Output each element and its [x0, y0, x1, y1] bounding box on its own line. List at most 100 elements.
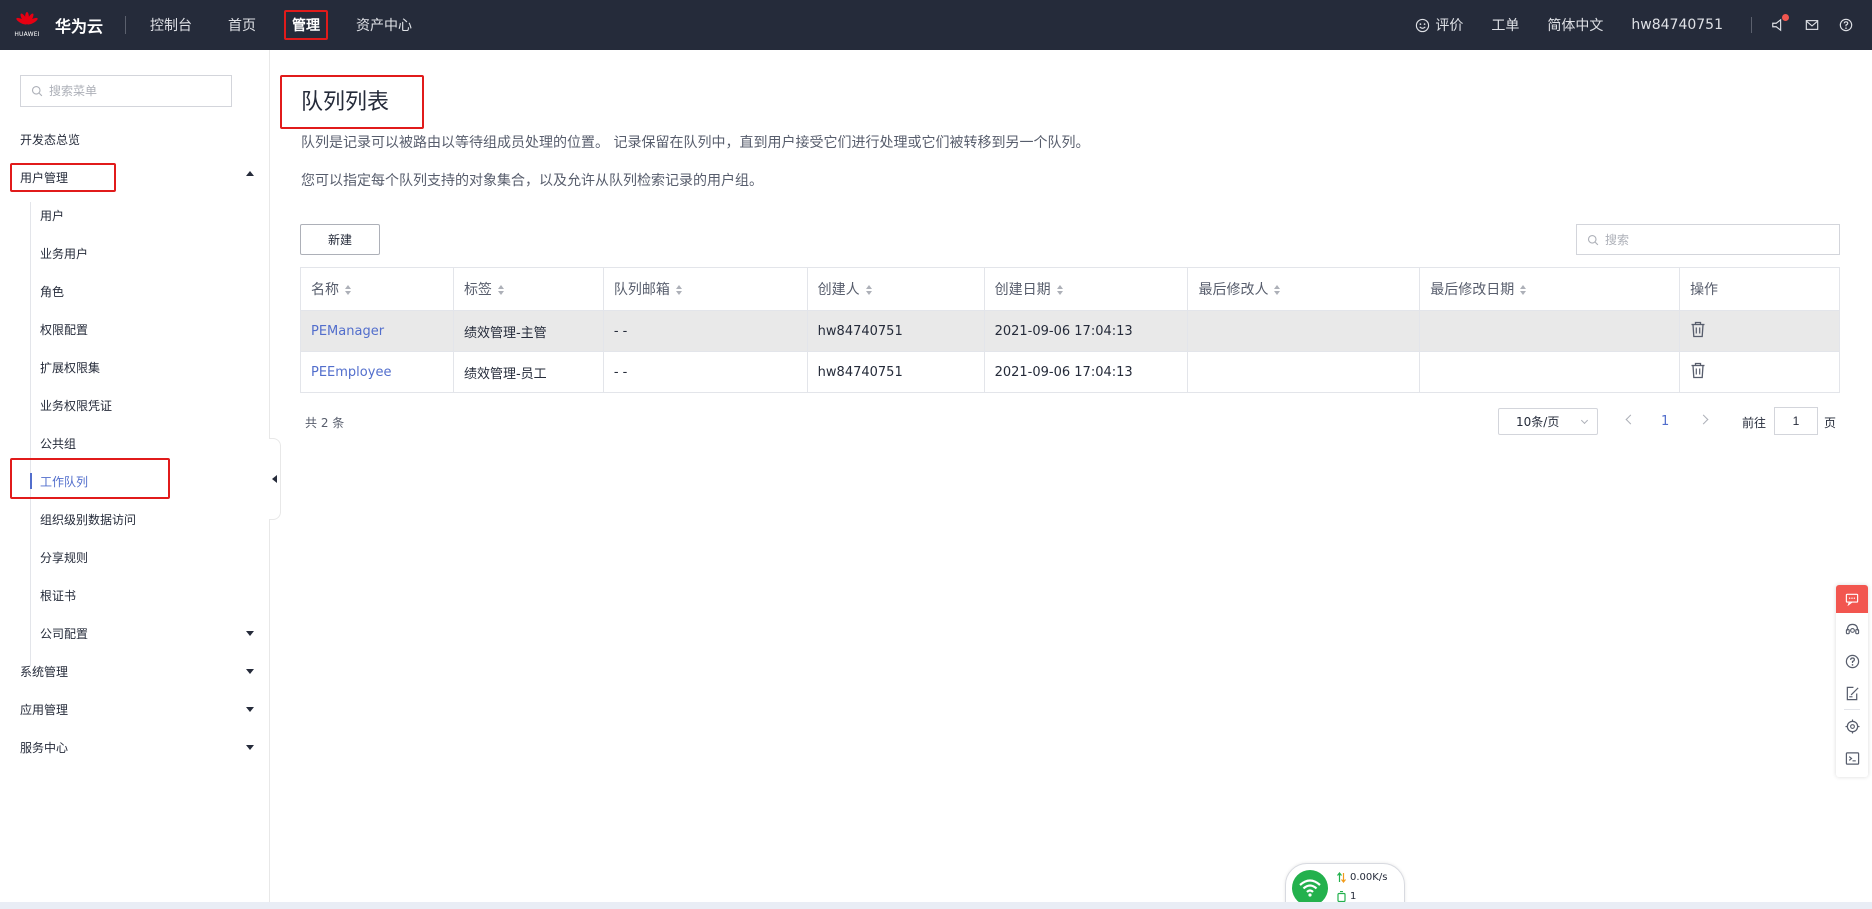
sort-icon[interactable]	[675, 285, 682, 295]
chevron-down-icon[interactable]	[246, 669, 254, 674]
sidebar-item-business-users[interactable]: 业务用户	[40, 245, 88, 262]
queue-name-link[interactable]: PEManager	[311, 324, 384, 339]
next-page-button[interactable]	[1698, 414, 1709, 425]
search-icon	[1587, 234, 1599, 245]
queue-name-link[interactable]: PEEmployee	[311, 365, 391, 380]
sort-icon[interactable]	[1056, 285, 1063, 295]
cell-actions	[1679, 351, 1840, 393]
sidebar-item-overview[interactable]: 开发态总览	[20, 131, 80, 148]
notification-badge	[1782, 14, 1789, 21]
column-header-modifier[interactable]: 最后修改人	[1187, 267, 1421, 311]
tools-divider	[1751, 17, 1752, 33]
sidebar-item-sharing-rules[interactable]: 分享规则	[40, 549, 88, 566]
cell-modified	[1419, 351, 1681, 393]
page-title: 队列列表	[301, 90, 390, 115]
chevron-up-icon[interactable]	[246, 171, 254, 176]
sort-icon[interactable]	[865, 285, 872, 295]
sidebar-item-public-groups[interactable]: 公共组	[40, 435, 76, 452]
username-menu[interactable]: hw84740751	[1631, 17, 1723, 33]
chevron-down-icon[interactable]	[246, 745, 254, 750]
main-content: 队列列表 队列是记录可以被路由以等待组成员处理的位置。 记录保留在队列中，直到用…	[271, 50, 1872, 900]
sidebar-item-service-center[interactable]: 服务中心	[20, 739, 68, 756]
total-count: 共 2 条	[305, 416, 345, 430]
submenu-guide-line	[30, 202, 31, 666]
help-center-button[interactable]	[1844, 653, 1860, 669]
feedback-form-button[interactable]	[1844, 685, 1860, 701]
sort-icon[interactable]	[345, 285, 351, 295]
search-icon	[31, 85, 43, 97]
sort-icon[interactable]	[1520, 285, 1527, 295]
table-search-box[interactable]	[1576, 224, 1840, 255]
page-number-current[interactable]: 1	[1661, 414, 1669, 429]
cell-creator: hw84740751	[806, 351, 985, 393]
notification-button[interactable]	[1770, 14, 1789, 33]
sidebar-item-root-certs[interactable]: 根证书	[40, 587, 76, 604]
nav-manage[interactable]: 管理	[284, 10, 329, 40]
sidebar: 开发态总览 用户管理 用户 业务用户 角色 权限配置 扩展权限集 业务权限凭证 …	[0, 50, 270, 909]
table-search-input[interactable]	[1605, 232, 1765, 247]
chevron-down-icon[interactable]	[246, 631, 254, 636]
terminal-icon	[1845, 751, 1859, 765]
sidebar-item-permissions[interactable]: 权限配置	[40, 321, 88, 338]
feedback-link[interactable]: 评价	[1415, 15, 1463, 35]
sidebar-item-ext-permissions[interactable]: 扩展权限集	[40, 359, 100, 376]
sidebar-item-roles[interactable]: 角色	[40, 283, 64, 300]
nav-divider	[125, 16, 127, 34]
column-header-name[interactable]: 名称	[300, 267, 454, 311]
logo[interactable]: HUAWEI 华为云	[13, 6, 103, 44]
ticket-link[interactable]: 工单	[1491, 15, 1519, 35]
delete-icon[interactable]	[1690, 362, 1706, 379]
cell-label: 绩效管理-主管	[452, 310, 604, 352]
sidebar-item-users[interactable]: 用户	[40, 207, 64, 224]
wifi-icon	[1292, 870, 1328, 906]
column-header-created[interactable]: 创建日期	[983, 267, 1189, 311]
delete-icon[interactable]	[1690, 321, 1706, 338]
language-select[interactable]: 简体中文	[1547, 15, 1603, 35]
cell-name: PEEmployee	[300, 351, 454, 393]
help-icon	[1845, 654, 1859, 668]
sidebar-item-app-mgmt[interactable]: 应用管理	[20, 701, 68, 718]
page-size-select[interactable]: 10条/页	[1498, 408, 1598, 435]
smile-icon	[1416, 18, 1430, 32]
column-header-modified[interactable]: 最后修改日期	[1419, 267, 1681, 311]
help-button[interactable]	[1838, 17, 1854, 33]
toolbar-divider	[1844, 709, 1860, 710]
chat-button[interactable]	[1836, 585, 1868, 613]
locate-button[interactable]	[1844, 718, 1860, 734]
table-row[interactable]: PEEmployee 绩效管理-员工 - - hw84740751 2021-0…	[300, 351, 1840, 393]
queue-table: 名称 标签 队列邮箱 创建人 创建日期 最后修改人 最后修改日期 操作 PEMa…	[300, 267, 1840, 393]
column-header-email[interactable]: 队列邮箱	[602, 267, 808, 311]
table-header-row: 名称 标签 队列邮箱 创建人 创建日期 最后修改人 最后修改日期 操作	[300, 267, 1840, 311]
goto-label: 前往	[1742, 416, 1767, 430]
chevron-down-icon[interactable]	[246, 707, 254, 712]
cell-label: 绩效管理-员工	[452, 351, 604, 393]
huawei-logo-icon: HUAWEI	[13, 6, 41, 44]
sort-icon[interactable]	[1274, 285, 1281, 295]
top-right-tools: 评价 工单 简体中文 hw84740751	[1415, 0, 1872, 50]
terminal-button[interactable]	[1844, 750, 1860, 766]
column-header-label[interactable]: 标签	[452, 267, 604, 311]
nav-home[interactable]: 首页	[220, 10, 264, 40]
sidebar-item-org-data-access[interactable]: 组织级别数据访问	[40, 511, 136, 528]
menu-search-box[interactable]	[20, 75, 232, 107]
cell-modifier	[1187, 310, 1421, 352]
prev-page-button[interactable]	[1625, 414, 1636, 425]
column-header-creator[interactable]: 创建人	[806, 267, 985, 311]
new-queue-button[interactable]: 新建	[300, 224, 380, 255]
message-button[interactable]	[1804, 17, 1820, 33]
headset-icon	[1845, 623, 1859, 634]
sort-icon[interactable]	[497, 285, 504, 295]
connection-count: 1	[1350, 891, 1357, 902]
goto-page-input[interactable]	[1774, 407, 1818, 435]
nav-console[interactable]: 控制台	[142, 10, 200, 40]
sidebar-item-company-config[interactable]: 公司配置	[40, 625, 88, 642]
service-button[interactable]	[1844, 621, 1860, 637]
sidebar-item-business-credentials[interactable]: 业务权限凭证	[40, 397, 112, 414]
nav-assets[interactable]: 资产中心	[348, 10, 420, 40]
highlight-user-mgmt	[10, 163, 116, 192]
menu-search-input[interactable]	[49, 84, 209, 98]
cell-email: - -	[602, 310, 808, 352]
table-row[interactable]: PEManager 绩效管理-主管 - - hw84740751 2021-09…	[300, 310, 1840, 352]
sidebar-item-system-mgmt[interactable]: 系统管理	[20, 663, 68, 680]
speed-arrows-icon	[1337, 872, 1346, 883]
